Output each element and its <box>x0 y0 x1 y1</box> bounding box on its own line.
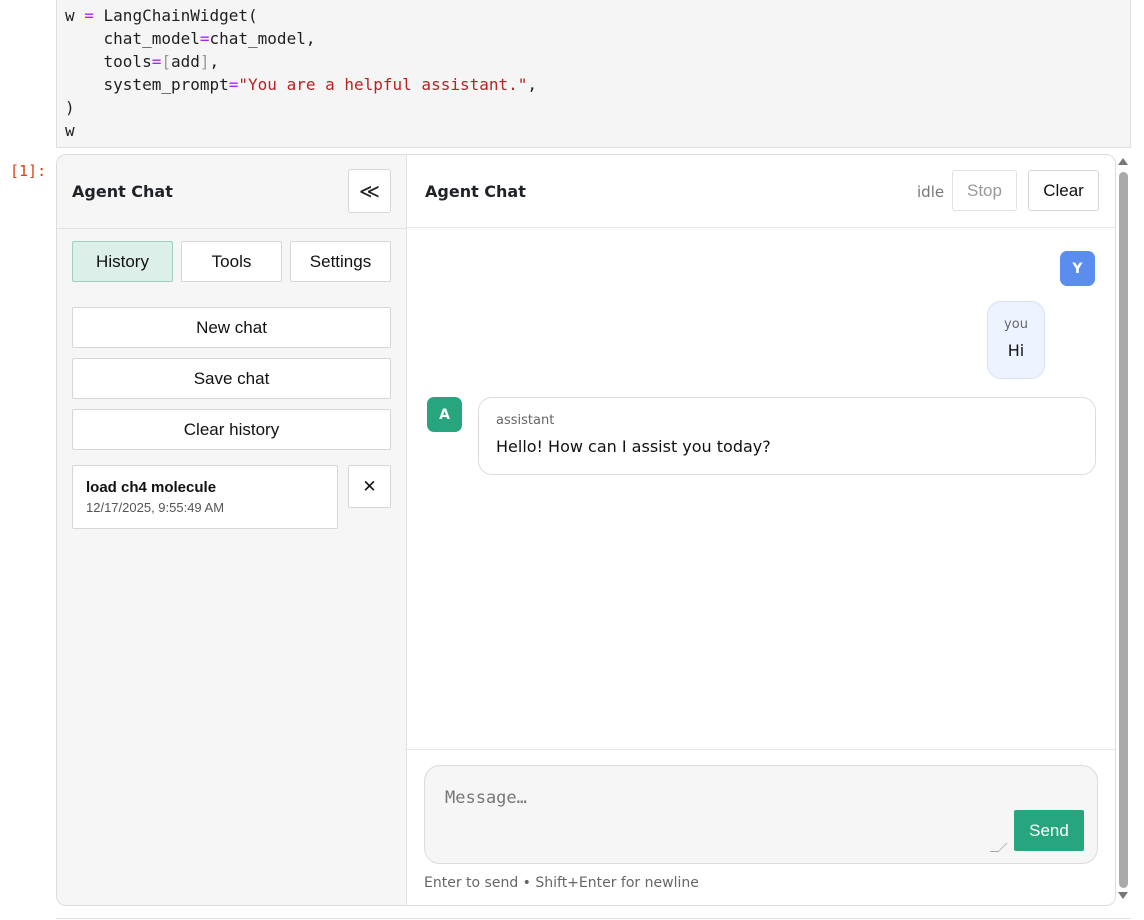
message-text: Hello! How can I assist you today? <box>496 437 771 456</box>
sidebar: Agent Chat ≪ History Tools Settings New … <box>57 155 407 905</box>
code-line-1: w = LangChainWidget( <box>65 6 258 25</box>
chat-main: Agent Chat idle Stop Clear Y you Hi A as… <box>407 155 1115 905</box>
chat-header: Agent Chat idle Stop Clear <box>407 155 1115 228</box>
message-role: you <box>1004 317 1028 332</box>
chat-title: Agent Chat <box>425 182 526 201</box>
code-line-5: ) <box>65 98 75 117</box>
user-message: you Hi <box>987 301 1045 379</box>
user-avatar: Y <box>1060 251 1095 286</box>
message-list[interactable]: Y you Hi A assistant Hello! How can I as… <box>407 229 1115 749</box>
cell-divider <box>56 918 1131 919</box>
scrollbar-thumb[interactable] <box>1119 172 1128 888</box>
scroll-down-arrow-icon[interactable] <box>1118 892 1128 899</box>
clear-history-button[interactable]: Clear history <box>72 409 391 450</box>
code-line-6: w <box>65 121 75 140</box>
assistant-avatar: A <box>427 397 462 432</box>
history-item[interactable]: load ch4 molecule 12/17/2025, 9:55:49 AM <box>72 465 338 529</box>
tab-settings[interactable]: Settings <box>290 241 391 282</box>
stop-button[interactable]: Stop <box>952 170 1017 211</box>
sidebar-header: Agent Chat ≪ <box>57 155 406 229</box>
output-scrollbar[interactable] <box>1118 158 1129 900</box>
new-chat-button[interactable]: New chat <box>72 307 391 348</box>
sidebar-title: Agent Chat <box>72 182 173 201</box>
save-chat-button[interactable]: Save chat <box>72 358 391 399</box>
send-button[interactable]: Send <box>1014 810 1084 851</box>
message-role: assistant <box>496 413 555 428</box>
scroll-up-arrow-icon[interactable] <box>1118 158 1128 165</box>
close-icon: ✕ <box>362 476 377 497</box>
composer: Send <box>424 765 1098 864</box>
code-line-2: chat_model=chat_model, <box>65 29 316 48</box>
clear-button[interactable]: Clear <box>1028 170 1099 211</box>
delete-history-item-button[interactable]: ✕ <box>348 465 391 508</box>
message-input[interactable] <box>425 766 1003 852</box>
sidebar-tabs: History Tools Settings <box>72 241 391 282</box>
assistant-message: assistant Hello! How can I assist you to… <box>478 397 1096 475</box>
composer-hint: Enter to send • Shift+Enter for newline <box>424 875 699 891</box>
execution-count-prompt: [1]: <box>10 162 47 180</box>
history-item-date: 12/17/2025, 9:55:49 AM <box>86 500 225 515</box>
history-item-title: load ch4 molecule <box>86 479 217 496</box>
code-cell[interactable]: w = LangChainWidget( chat_model=chat_mod… <box>56 0 1131 148</box>
message-text: Hi <box>1007 341 1025 360</box>
collapse-sidebar-button[interactable]: ≪ <box>348 169 391 213</box>
tab-tools[interactable]: Tools <box>181 241 282 282</box>
double-chevron-left-icon: ≪ <box>359 179 380 203</box>
code-line-4: system_prompt="You are a helpful assista… <box>65 75 538 94</box>
agent-chat-widget: Agent Chat ≪ History Tools Settings New … <box>56 154 1116 906</box>
code-line-3: tools=[add], <box>65 52 220 71</box>
tab-history[interactable]: History <box>72 241 173 282</box>
status-text: idle <box>917 183 945 201</box>
composer-area: Send Enter to send • Shift+Enter for new… <box>407 749 1115 905</box>
